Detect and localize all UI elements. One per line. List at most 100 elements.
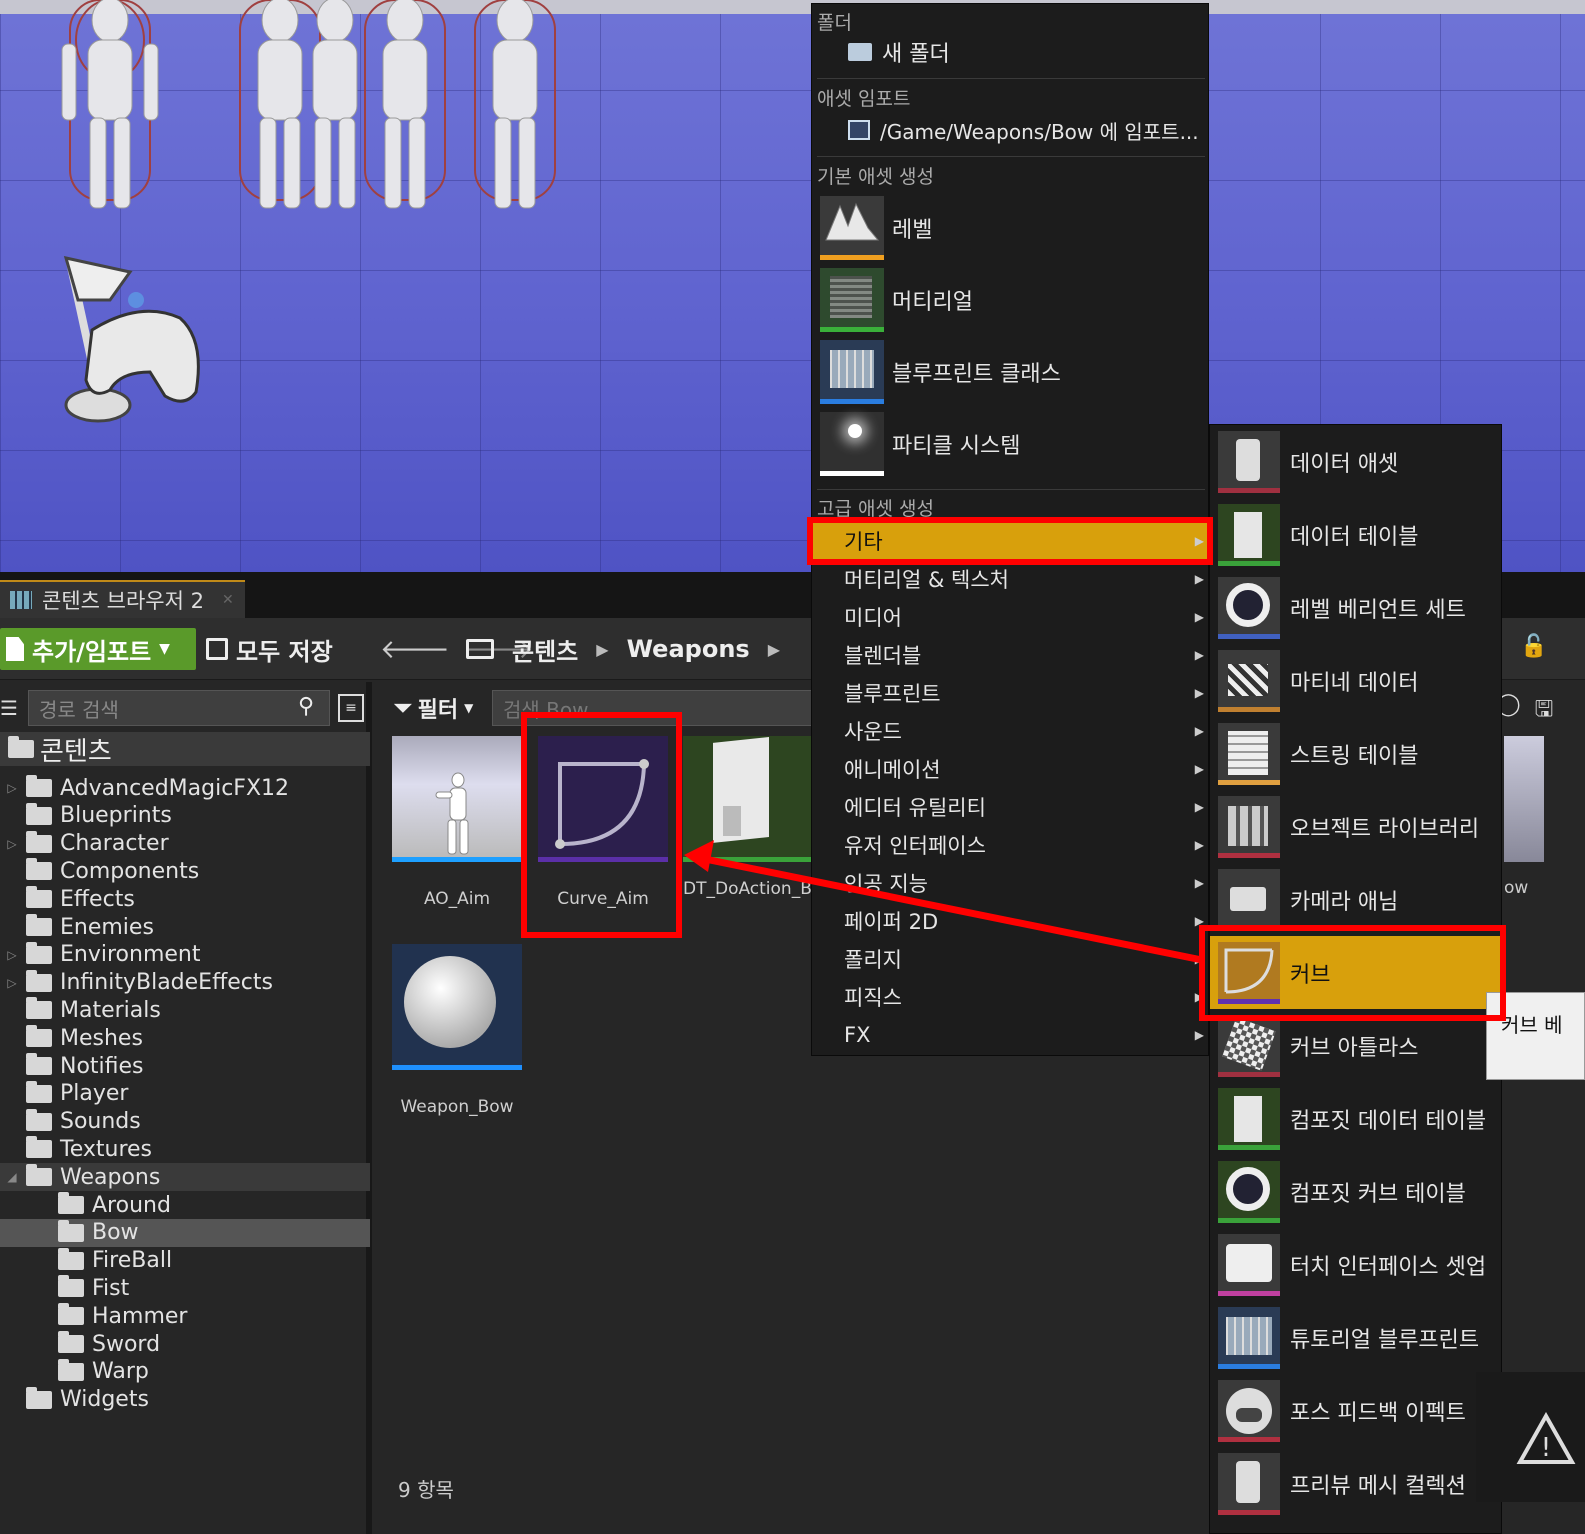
tree-folder-player[interactable]: Player [0, 1080, 370, 1108]
expand-arrow-icon[interactable]: ▷ [6, 781, 18, 795]
menu-item-material[interactable]: 머티리얼 [812, 266, 1210, 334]
submenu-item-force-feedback[interactable]: 포스 피드백 이펙트 [1210, 1374, 1503, 1447]
submenu-item-string-table[interactable]: 스트링 테이블 [1210, 717, 1503, 790]
tree-folder-widgets[interactable]: Widgets [0, 1386, 370, 1414]
menu-item-physics[interactable]: 피직스 ▶ [812, 978, 1210, 1016]
menu-item-paper2d[interactable]: 페이퍼 2D ▶ [812, 902, 1210, 940]
expand-arrow-icon[interactable]: ▷ [6, 948, 18, 962]
asset-tile-weapon-bow[interactable]: Weapon_Bow [392, 944, 522, 1117]
asset-tile-partial[interactable] [1504, 736, 1544, 862]
save-search-icon[interactable]: 🖫 [1535, 692, 1554, 730]
filter-button[interactable]: ⏷ 필터 ▼ [394, 690, 473, 726]
lock-icon[interactable]: 🔓 [1520, 634, 1547, 659]
submenu-item-data-asset[interactable]: 데이터 애셋 [1210, 425, 1503, 498]
submenu-item-level-variant-sets[interactable]: 레벨 베리언트 세트 [1210, 571, 1503, 644]
folder-icon [58, 1247, 84, 1270]
menu-item-editor-utility[interactable]: 에디터 유틸리티 ▶ [812, 788, 1210, 826]
menu-item-blueprint[interactable]: 블루프린트 ▶ [812, 674, 1210, 712]
submenu-item-label: 커브 아틀라스 [1290, 1035, 1419, 1061]
tree-folder-sword[interactable]: Sword [0, 1330, 370, 1358]
menu-item-blueprint-class[interactable]: 블루프린트 클래스 [812, 338, 1210, 406]
tree-folder-components[interactable]: Components [0, 857, 370, 885]
folder-icon [58, 1219, 84, 1242]
breadcrumb-content[interactable]: 콘텐츠 [512, 632, 578, 667]
save-all-button[interactable]: 모두 저장 [206, 628, 333, 670]
tree-folder-materials[interactable]: Materials [0, 996, 370, 1024]
asset-tile-dt-doaction-bow[interactable]: DT_DoAction_Bow [683, 736, 836, 899]
warning-panel: ! [1476, 1372, 1585, 1502]
tree-folder-warp[interactable]: Warp [0, 1358, 370, 1386]
tab-content-browser[interactable]: 콘텐츠 브라우저 2 ✕ [0, 580, 245, 618]
folder-icon [26, 802, 52, 825]
menu-item-label: 애니메이션 [844, 758, 941, 782]
breadcrumb-weapons[interactable]: Weapons [627, 635, 750, 663]
menu-item-label: 인공 지능 [844, 872, 928, 896]
expand-arrow-icon[interactable]: ▷ [6, 837, 18, 851]
menu-item-label: 머티리얼 & 텍스처 [844, 568, 1009, 592]
tree-folder-textures[interactable]: Textures [0, 1135, 370, 1163]
tree-folder-notifies[interactable]: Notifies [0, 1052, 370, 1080]
submenu-item-composite-data-table[interactable]: 컴포짓 데이터 테이블 [1210, 1082, 1503, 1155]
menu-item-animation[interactable]: 애니메이션 ▶ [812, 750, 1210, 788]
menu-item-ai[interactable]: 인공 지능 ▶ [812, 864, 1210, 902]
submenu-arrow-icon: ▶ [1194, 838, 1204, 852]
menu-item-media[interactable]: 미디어 ▶ [812, 598, 1210, 636]
menu-item-particle-system[interactable]: 파티클 시스템 [812, 410, 1210, 478]
expand-arrow-icon[interactable]: ▷ [6, 976, 18, 990]
folder-icon [26, 941, 52, 964]
submenu-item-preview-mesh-collection[interactable]: 프리뷰 메시 컬렉션 [1210, 1447, 1503, 1520]
menu-item-material-texture[interactable]: 머티리얼 & 텍스처 ▶ [812, 560, 1210, 598]
submenu-item-composite-curve-table[interactable]: 컴포짓 커브 테이블 [1210, 1155, 1503, 1228]
import-icon [848, 120, 870, 140]
tree-folder-advancedmagicfx12[interactable]: ▷ AdvancedMagicFX12 [0, 774, 370, 802]
submenu-item-data-table[interactable]: 데이터 테이블 [1210, 498, 1503, 571]
tree-folder-fist[interactable]: Fist [0, 1274, 370, 1302]
tree-folder-effects[interactable]: Effects [0, 885, 370, 913]
menu-item-fx[interactable]: FX ▶ [812, 1016, 1210, 1054]
tree-folder-enemies[interactable]: Enemies [0, 913, 370, 941]
submenu-item-matinee-data[interactable]: 마티네 데이터 [1210, 644, 1503, 717]
menu-item-sound[interactable]: 사운드 ▶ [812, 712, 1210, 750]
submenu-item-touch-interface-setup[interactable]: 터치 인터페이스 셋업 [1210, 1228, 1503, 1301]
tree-root-content[interactable]: 콘텐츠 [0, 732, 370, 767]
asset-tile-ao-aim[interactable]: AO_Aim [392, 736, 522, 909]
add-import-button[interactable]: 추가/임포트 ▼ [0, 628, 196, 670]
menu-item-user-interface[interactable]: 유저 인터페이스 ▶ [812, 826, 1210, 864]
expanded-arrow-icon[interactable]: ◢ [6, 1170, 18, 1184]
tree-folder-meshes[interactable]: Meshes [0, 1024, 370, 1052]
tree-folder-fireball[interactable]: FireBall [0, 1247, 370, 1275]
tree-folder-character[interactable]: ▷ Character [0, 830, 370, 858]
tree-folder-weapons[interactable]: ◢ Weapons [0, 1163, 370, 1192]
submenu-item-tutorial-blueprint[interactable]: 튜토리얼 블루프린트 [1210, 1301, 1503, 1374]
menu-item-blendable[interactable]: 블렌더블 ▶ [812, 636, 1210, 674]
new-folder-icon [848, 43, 872, 61]
tree-folder-around[interactable]: Around [0, 1191, 370, 1219]
new-folder-item[interactable]: 새 폴더 [812, 34, 1210, 70]
tree-folder-bow[interactable]: Bow [0, 1218, 370, 1247]
breadcrumb-arrow-icon[interactable]: ▶ [596, 640, 608, 659]
breadcrumb-arrow-icon[interactable]: ▶ [768, 640, 780, 659]
tree-folder-environment[interactable]: ▷ Environment [0, 941, 370, 969]
path-search-input[interactable]: 경로 검색 [28, 690, 330, 726]
tree-root-label: 콘텐츠 [40, 736, 112, 767]
menu-item-label: 블루프린트 클래스 [892, 362, 1061, 387]
tree-folder-hammer[interactable]: Hammer [0, 1302, 370, 1330]
gamepad-icon [1218, 1379, 1280, 1442]
submenu-item-object-library[interactable]: 오브젝트 라이브러리 [1210, 790, 1503, 863]
tree-folder-blueprints[interactable]: Blueprints [0, 802, 370, 830]
tree-options-icon[interactable]: ≡ [338, 694, 364, 722]
svg-text:!: ! [1541, 1433, 1551, 1463]
close-icon[interactable]: ✕ [222, 592, 234, 608]
list-icon[interactable]: ☰ [0, 696, 18, 720]
menu-item-level[interactable]: 레벨 [812, 194, 1210, 262]
warning-icon: ! [1516, 1412, 1576, 1464]
search-icon[interactable]: ⚲ [298, 694, 314, 719]
tree-folder-infinitybladeeffects[interactable]: ▷ InfinityBladeEffects [0, 969, 370, 997]
breadcrumb: 콘텐츠 ▶ Weapons ▶ [466, 628, 780, 670]
menu-item-foliage[interactable]: 폴리지 ▶ [812, 940, 1210, 978]
submenu-item-label: 터치 인터페이스 셋업 [1290, 1254, 1487, 1280]
import-item[interactable]: /Game/Weapons/Bow 에 임포트... [812, 112, 1210, 148]
tree-folder-sounds[interactable]: Sounds [0, 1108, 370, 1136]
back-arrow-icon[interactable]: 🡐 [380, 634, 450, 665]
touch-interface-icon [1218, 1233, 1280, 1296]
